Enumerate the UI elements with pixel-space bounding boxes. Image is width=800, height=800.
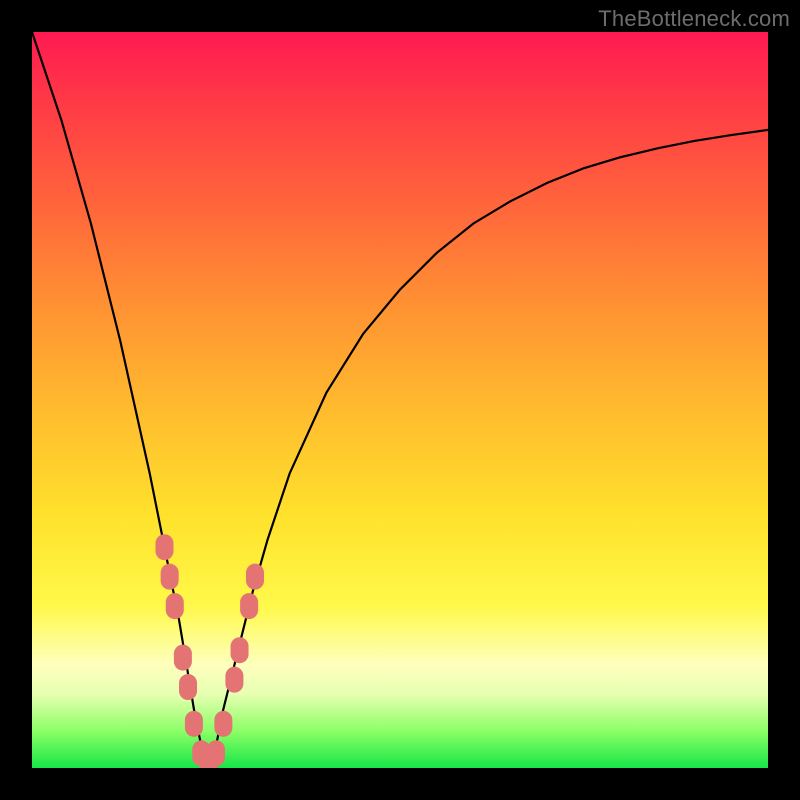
chart-frame: TheBottleneck.com: [0, 0, 800, 800]
curve-marker: [225, 667, 243, 693]
curve-marker: [207, 740, 225, 766]
curve-svg: [32, 32, 768, 768]
curve-markers: [155, 534, 264, 768]
curve-marker: [155, 534, 173, 560]
plot-area: [32, 32, 768, 768]
curve-marker: [214, 711, 232, 737]
curve-marker: [179, 674, 197, 700]
curve-marker: [231, 637, 249, 663]
curve-marker: [246, 564, 264, 590]
curve-marker: [240, 593, 258, 619]
curve-marker: [174, 645, 192, 671]
curve-marker: [161, 564, 179, 590]
bottleneck-curve-line: [32, 32, 768, 768]
watermark-text: TheBottleneck.com: [598, 6, 790, 32]
curve-marker: [166, 593, 184, 619]
curve-marker: [185, 711, 203, 737]
